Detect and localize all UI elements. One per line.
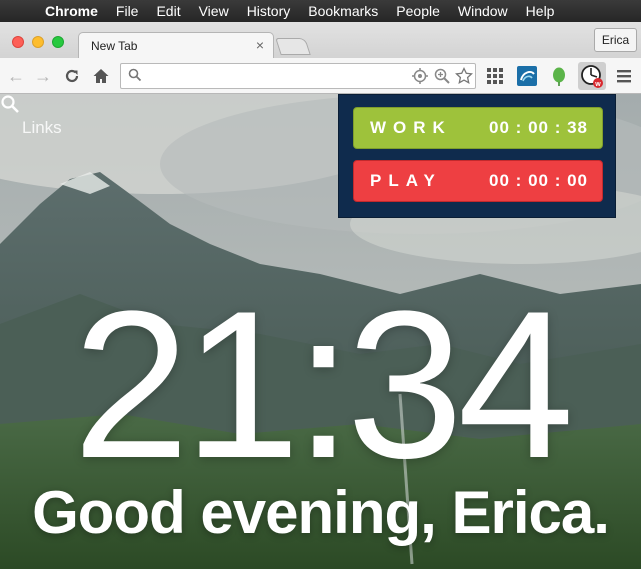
clock-display: 21:34 xyxy=(72,267,575,502)
greeting-text: Good evening, Erica. xyxy=(32,479,610,546)
profile-button[interactable]: Erica xyxy=(594,28,637,52)
url-input[interactable] xyxy=(149,68,403,86)
new-tab-button[interactable] xyxy=(275,38,311,55)
menu-people[interactable]: People xyxy=(387,3,449,19)
menu-history[interactable]: History xyxy=(238,3,300,19)
menu-chrome[interactable]: Chrome xyxy=(36,3,107,19)
search-icon[interactable] xyxy=(0,94,20,114)
forward-arrow-icon[interactable]: → xyxy=(33,65,53,87)
menu-bookmarks[interactable]: Bookmarks xyxy=(299,3,387,19)
play-time: 00 : 00 : 00 xyxy=(489,171,588,190)
star-icon[interactable] xyxy=(455,67,473,85)
search-icon xyxy=(128,68,142,82)
menu-help[interactable]: Help xyxy=(517,3,564,19)
menu-edit[interactable]: Edit xyxy=(147,3,189,19)
zoom-window-button[interactable] xyxy=(52,36,64,48)
timer-popup: WORK 00 : 00 : 38 PLAY 00 : 00 : 00 xyxy=(338,94,616,218)
timer-extension-icon[interactable]: w xyxy=(578,62,606,90)
location-icon[interactable] xyxy=(411,67,429,85)
back-arrow-icon[interactable]: ← xyxy=(6,65,26,87)
tab-close-icon[interactable]: × xyxy=(256,37,264,53)
extension-icon[interactable] xyxy=(516,65,538,87)
menu-icon[interactable] xyxy=(614,65,634,87)
work-label: WORK xyxy=(370,118,452,137)
work-time: 00 : 00 : 38 xyxy=(489,118,588,137)
reload-icon[interactable] xyxy=(61,65,83,87)
evernote-icon[interactable] xyxy=(548,65,570,87)
tab-strip: New Tab × Erica xyxy=(0,22,641,58)
address-bar[interactable] xyxy=(120,63,476,89)
menu-bar: Chrome File Edit View History Bookmarks … xyxy=(0,0,641,22)
zoom-icon[interactable] xyxy=(433,67,451,85)
tab-title: New Tab xyxy=(91,39,138,53)
menu-view[interactable]: View xyxy=(190,3,238,19)
svg-text:w: w xyxy=(594,81,601,88)
apps-grid-icon[interactable] xyxy=(484,65,506,87)
menu-window[interactable]: Window xyxy=(449,3,517,19)
close-window-button[interactable] xyxy=(12,36,24,48)
minimize-window-button[interactable] xyxy=(32,36,44,48)
menu-file[interactable]: File xyxy=(107,3,148,19)
links-label[interactable]: Links xyxy=(22,118,62,138)
play-label: PLAY xyxy=(370,171,442,190)
work-timer-button[interactable]: WORK 00 : 00 : 38 xyxy=(353,107,603,149)
play-timer-button[interactable]: PLAY 00 : 00 : 00 xyxy=(353,160,603,202)
toolbar: ← → w xyxy=(0,58,641,94)
tab-new-tab[interactable]: New Tab × xyxy=(78,32,274,58)
home-icon[interactable] xyxy=(90,65,112,87)
